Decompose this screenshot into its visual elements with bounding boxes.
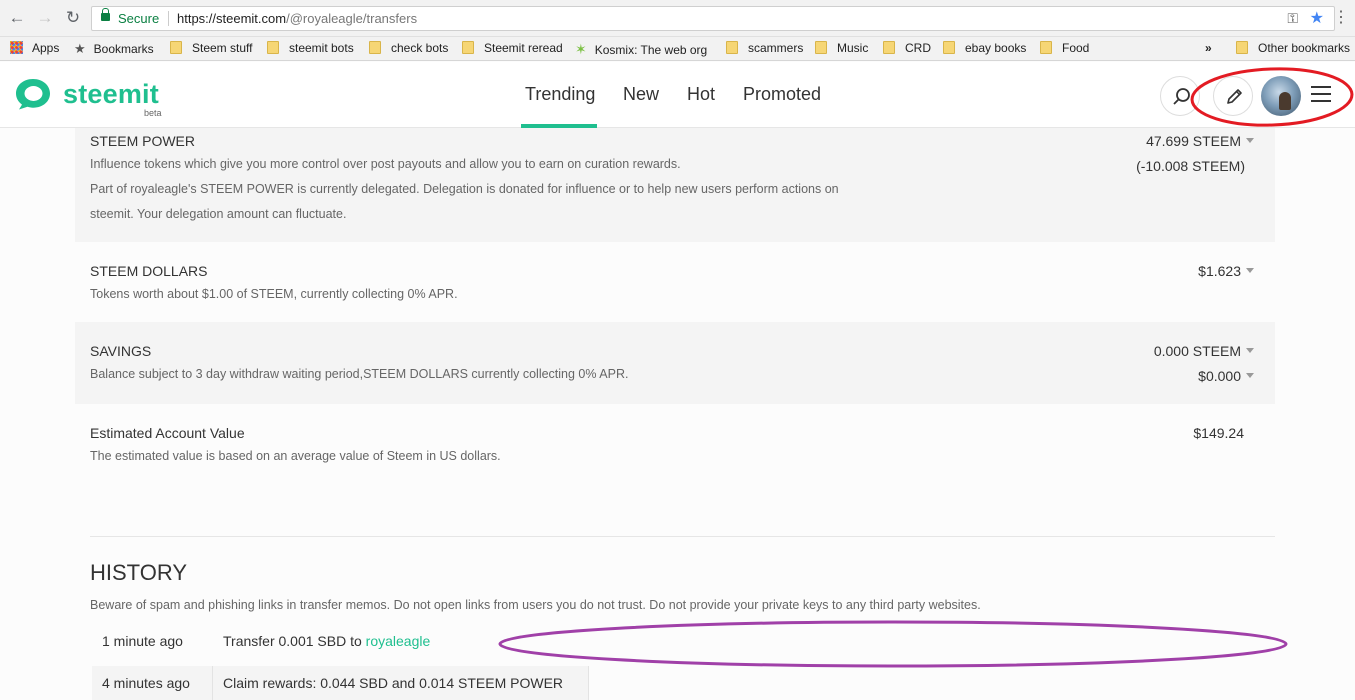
bookmark-steemit-bots[interactable]: steemit bots bbox=[267, 41, 354, 55]
bookmarks-bar: Apps ★ Bookmarks Steem stuff steemit bots… bbox=[0, 37, 1355, 61]
url-text[interactable]: https://steemit.com/@royaleagle/transfer… bbox=[177, 11, 417, 26]
back-arrow-icon[interactable]: ← bbox=[7, 8, 27, 28]
history-time: 4 minutes ago bbox=[102, 675, 190, 691]
folder-icon bbox=[815, 41, 827, 54]
dropdown-caret-icon bbox=[1246, 373, 1254, 378]
bookmark-steemit-reread[interactable]: Steemit reread bbox=[462, 41, 563, 55]
steem-power-desc: Influence tokens which give you more con… bbox=[90, 157, 681, 171]
site-header: steemit beta Trending New Hot Promoted bbox=[0, 62, 1355, 128]
history-description: Transfer 0.001 SBD to royaleagle bbox=[223, 633, 431, 649]
dropdown-caret-icon bbox=[1246, 268, 1254, 273]
search-button[interactable] bbox=[1160, 76, 1200, 116]
bookmark-steem-stuff[interactable]: Steem stuff bbox=[170, 41, 252, 55]
pencil-icon bbox=[1227, 89, 1242, 104]
nav-new[interactable]: New bbox=[623, 84, 659, 105]
savings-sbd-value[interactable]: $0.000 bbox=[1198, 368, 1254, 384]
star-icon: ★ bbox=[74, 41, 86, 56]
estimated-value-amount: $149.24 bbox=[1193, 425, 1244, 441]
dropdown-caret-icon bbox=[1246, 138, 1254, 143]
reload-icon[interactable]: ↻ bbox=[63, 8, 83, 28]
hamburger-menu-icon[interactable] bbox=[1311, 86, 1331, 104]
nav-hot[interactable]: Hot bbox=[687, 84, 715, 105]
folder-icon bbox=[1040, 41, 1052, 54]
bookmark-music[interactable]: Music bbox=[815, 41, 868, 55]
bookmark-crd[interactable]: CRD bbox=[883, 41, 931, 55]
folder-icon bbox=[267, 41, 279, 54]
steem-dollars-title: STEEM DOLLARS bbox=[90, 263, 208, 279]
secure-label: Secure bbox=[118, 11, 160, 26]
estimated-value-desc: The estimated value is based on an avera… bbox=[90, 449, 501, 463]
steem-power-value[interactable]: 47.699 STEEM bbox=[1146, 133, 1254, 149]
steem-power-row: STEEM POWER Influence tokens which give … bbox=[75, 128, 1275, 242]
history-row: 1 minute ago Transfer 0.001 SBD to royal… bbox=[92, 624, 1275, 658]
section-divider bbox=[90, 536, 1275, 537]
bookmark-scammers[interactable]: scammers bbox=[726, 41, 803, 55]
steem-power-delegation-desc: Part of royaleagle's STEEM POWER is curr… bbox=[90, 182, 839, 221]
bookmark-bookmarks[interactable]: ★ Bookmarks bbox=[74, 41, 154, 57]
folder-icon bbox=[1236, 41, 1248, 54]
steem-dollars-value[interactable]: $1.623 bbox=[1198, 263, 1254, 279]
kosmix-star-icon: ✶ bbox=[575, 41, 587, 57]
folder-icon bbox=[883, 41, 895, 54]
folder-icon bbox=[943, 41, 955, 54]
steem-power-title: STEEM POWER bbox=[90, 133, 196, 149]
bookmark-kosmix[interactable]: ✶ Kosmix: The web org bbox=[575, 41, 709, 58]
bookmark-ebay-books[interactable]: ebay books bbox=[943, 41, 1026, 55]
history-warning: Beware of spam and phishing links in tra… bbox=[90, 598, 981, 612]
estimated-value-title: Estimated Account Value bbox=[90, 425, 245, 441]
user-avatar[interactable] bbox=[1261, 76, 1301, 116]
key-icon[interactable]: ⚿ bbox=[1287, 10, 1298, 27]
lock-icon bbox=[101, 8, 110, 21]
forward-arrow-icon[interactable]: → bbox=[35, 8, 55, 28]
url-path: /@royaleagle/transfers bbox=[286, 11, 418, 26]
history-column-divider bbox=[588, 666, 589, 700]
submit-story-button[interactable] bbox=[1213, 76, 1253, 116]
bookmark-apps[interactable]: Apps bbox=[10, 41, 59, 55]
history-description: Claim rewards: 0.044 SBD and 0.014 STEEM… bbox=[223, 675, 564, 691]
steemit-logo-icon[interactable] bbox=[14, 77, 52, 111]
history-time: 1 minute ago bbox=[102, 633, 183, 649]
logo-text[interactable]: steemit bbox=[63, 79, 159, 110]
savings-steem-value[interactable]: 0.000 STEEM bbox=[1154, 343, 1254, 359]
savings-row: SAVINGS Balance subject to 3 day withdra… bbox=[75, 322, 1275, 404]
folder-icon bbox=[170, 41, 182, 54]
nav-trending[interactable]: Trending bbox=[525, 84, 595, 105]
folder-icon bbox=[369, 41, 381, 54]
history-row: 4 minutes ago Claim rewards: 0.044 SBD a… bbox=[92, 666, 589, 700]
bookmark-food[interactable]: Food bbox=[1040, 41, 1089, 55]
bookmarks-overflow-chevron[interactable]: » bbox=[1205, 41, 1212, 55]
history-user-link[interactable]: royaleagle bbox=[366, 633, 431, 649]
bookmark-other-bookmarks[interactable]: Other bookmarks bbox=[1236, 41, 1350, 55]
steem-dollars-desc: Tokens worth about $1.00 of STEEM, curre… bbox=[90, 287, 458, 301]
savings-title: SAVINGS bbox=[90, 343, 152, 359]
address-separator bbox=[168, 11, 169, 26]
estimated-value-row: Estimated Account Value The estimated va… bbox=[75, 404, 1275, 484]
steem-dollars-row: STEEM DOLLARS Tokens worth about $1.00 o… bbox=[75, 242, 1275, 322]
dropdown-caret-icon bbox=[1246, 348, 1254, 353]
apps-grid-icon bbox=[10, 41, 23, 54]
search-icon bbox=[1173, 88, 1190, 105]
nav-promoted[interactable]: Promoted bbox=[743, 84, 821, 105]
url-host: https://steemit.com bbox=[177, 11, 287, 26]
history-column-divider bbox=[212, 666, 213, 700]
browser-menu-icon[interactable]: ⋮ bbox=[1333, 8, 1349, 28]
steem-power-delegated: (-10.008 STEEM) bbox=[1136, 158, 1245, 174]
bookmark-check-bots[interactable]: check bots bbox=[369, 41, 448, 55]
history-title: HISTORY bbox=[90, 560, 187, 585]
folder-icon bbox=[462, 41, 474, 54]
savings-desc: Balance subject to 3 day withdraw waitin… bbox=[90, 367, 629, 381]
folder-icon bbox=[726, 41, 738, 54]
address-bar[interactable]: Secure https://steemit.com/@royaleagle/t… bbox=[91, 6, 1335, 31]
bookmark-star-icon[interactable]: ★ bbox=[1310, 8, 1324, 28]
logo-beta-badge: beta bbox=[144, 108, 162, 118]
browser-toolbar: ← → ↻ Secure https://steemit.com/@royale… bbox=[0, 0, 1355, 37]
